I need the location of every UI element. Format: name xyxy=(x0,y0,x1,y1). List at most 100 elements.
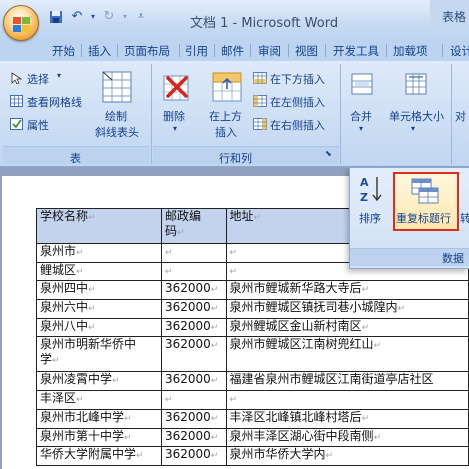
customize-qat-icon[interactable]: ⩡ xyxy=(133,9,149,25)
tab-view[interactable]: 视图 xyxy=(295,43,318,59)
cell-mark-icon: ↵ xyxy=(253,213,262,223)
select-button[interactable]: 选择 xyxy=(27,71,49,87)
insert-right-icon xyxy=(253,118,267,130)
cell-text: 泉州市鲤城新华路大寺后 xyxy=(229,281,362,296)
table-cell[interactable]: 泉州市第十中学↵ xyxy=(36,427,162,448)
insert-above-line1[interactable]: 在上方 xyxy=(209,108,242,124)
table-cell[interactable]: ↵ xyxy=(160,261,227,282)
chevron-down-icon: ▾ xyxy=(411,124,416,133)
tab-home[interactable]: 开始 xyxy=(52,43,75,59)
cell-text: 362000 xyxy=(164,318,211,333)
draw-slash-header-line2[interactable]: 斜线表头 xyxy=(95,124,139,140)
cell-mark-icon: ↵ xyxy=(361,413,370,424)
undo-icon[interactable]: ↶ xyxy=(69,9,85,25)
table-row: 泉州六中↵ 362000↵ 泉州市鲤城区镇抚司巷小城隍内↵ xyxy=(36,299,469,319)
save-icon[interactable] xyxy=(48,9,64,25)
delete-button[interactable]: 删除 xyxy=(163,108,185,124)
sort-az-icon: A Z xyxy=(360,176,382,204)
draw-table-icon xyxy=(102,71,132,103)
table-cell[interactable]: 泉州市鲤城新华路大寺后↵ xyxy=(225,280,469,301)
cell-text: 362000 xyxy=(164,372,211,387)
cell-size-button[interactable]: 单元格大小 xyxy=(389,108,444,124)
table-cell[interactable]: 362000↵ xyxy=(160,408,227,429)
table-cell[interactable]: 泉州市鲤城区镇抚司巷小城隍内↵ xyxy=(225,299,469,319)
cell-text: 鲤城区 xyxy=(40,262,77,277)
convert-to-text-partial[interactable]: 转 xyxy=(460,210,469,226)
cell-mark-icon: ↵ xyxy=(210,341,219,352)
tab-page-layout[interactable]: 页面布局 xyxy=(124,43,170,59)
cell-text: 泉州凌霄中学 xyxy=(40,372,113,387)
cell-mark-icon: ↵ xyxy=(76,266,84,277)
dropdown-icon[interactable]: ▾ xyxy=(90,9,96,25)
table-cell[interactable]: 泉州鲤城区金山新村南区↵ xyxy=(225,317,469,338)
insert-left-icon xyxy=(253,95,267,107)
table-cell[interactable]: 362000↵ xyxy=(160,336,227,373)
properties-button[interactable]: 属性 xyxy=(27,117,49,133)
tab-references[interactable]: 引用 xyxy=(185,43,208,59)
cell-mark-icon: ↵ xyxy=(88,322,96,333)
table-cell[interactable]: ↵ xyxy=(160,390,227,410)
table-cell[interactable]: 丰泽区北峰镇北峰村塔后↵ xyxy=(225,408,469,429)
sort-button[interactable]: 排序 xyxy=(359,210,381,226)
cell-text: 362000 xyxy=(164,281,211,296)
table-cell[interactable]: 泉州市北峰中学↵ xyxy=(36,408,162,429)
repeat-header-rows-button[interactable]: 重复标题行 xyxy=(396,210,451,226)
office-logo-icon xyxy=(13,17,30,32)
table-cell[interactable]: 362000↵ xyxy=(160,280,227,301)
view-gridlines-button[interactable]: 查看网格线 xyxy=(27,94,82,110)
office-button[interactable] xyxy=(3,5,39,41)
table-cell[interactable]: 泉州市鲤城区江南树兜红山↵ xyxy=(225,336,469,373)
group-label-rows-cols: 行和列 xyxy=(219,152,252,165)
tab-mailings[interactable]: 邮件 xyxy=(221,43,244,59)
header-cell[interactable]: 学校名称↵ xyxy=(36,208,162,244)
table-cell[interactable]: 泉州市明新华侨中 学↵ xyxy=(36,336,162,373)
table-cell[interactable]: 泉州八中↵ xyxy=(36,317,162,338)
table-cell[interactable]: 362000↵ xyxy=(160,317,227,338)
table-cell[interactable]: 鲤城区↵ xyxy=(36,261,162,282)
dropdown-icon[interactable]: ▾ xyxy=(122,9,128,25)
table-cell[interactable]: 泉州市华侨大学内↵ xyxy=(225,446,469,466)
insert-right-button[interactable]: 在右侧插入 xyxy=(270,117,325,133)
table-cell[interactable]: 福建省泉州市鲤城区江南街道亭店社区 xyxy=(225,371,469,392)
table-cell[interactable]: 362000↵ xyxy=(160,371,227,392)
table-cell[interactable]: 泉州六中↵ xyxy=(36,299,162,319)
insert-below-button[interactable]: 在下方插入 xyxy=(270,71,325,87)
tab-insert[interactable]: 插入 xyxy=(88,43,111,59)
table-cell[interactable]: 泉州市↵ xyxy=(36,243,162,263)
tab-add-ins[interactable]: 加载项 xyxy=(393,43,428,59)
cell-mark-icon: ↵ xyxy=(397,304,406,315)
table-tools-tab: 表格 xyxy=(430,0,469,26)
table-cell[interactable]: 362000↵ xyxy=(160,427,227,448)
table-cell[interactable]: 泉州丰泽区湖心街中段南侧↵ xyxy=(225,427,469,448)
cell-mark-icon: ↵ xyxy=(229,266,238,277)
table-cell[interactable]: ↵ xyxy=(225,390,469,410)
tab-separator xyxy=(81,44,82,57)
table-cell[interactable]: 泉州凌霄中学↵ xyxy=(36,371,162,392)
insert-above-line2[interactable]: 插入 xyxy=(215,124,237,140)
merge-button[interactable]: 合并 xyxy=(350,108,372,124)
tab-developer[interactable]: 开发工具 xyxy=(333,43,379,59)
cell-size-icon xyxy=(405,73,427,95)
table-cell[interactable]: 362000↵ xyxy=(160,446,227,466)
cell-mark-icon: ↵ xyxy=(373,341,382,352)
insert-left-button[interactable]: 在左侧插入 xyxy=(270,94,325,110)
table-row: 泉州凌霄中学↵ 362000↵ 福建省泉州市鲤城区江南街道亭店社区 xyxy=(36,371,469,392)
draw-slash-header-line1[interactable]: 绘制 xyxy=(105,108,127,124)
header-cell[interactable]: 邮政编 码↵ xyxy=(160,208,227,244)
alignment-button-partial[interactable]: 对 xyxy=(455,108,466,124)
tab-separator xyxy=(442,44,443,57)
table-cell[interactable]: 泉州四中↵ xyxy=(36,280,162,301)
tab-review[interactable]: 审阅 xyxy=(258,43,281,59)
table-cell[interactable]: 丰泽区↵ xyxy=(36,390,162,410)
table-cell[interactable]: 362000↵ xyxy=(160,299,227,319)
cell-mark-icon: ↵ xyxy=(76,248,84,258)
tab-design[interactable]: 设计 xyxy=(450,43,469,59)
group-label-data: 数据 xyxy=(442,252,464,265)
header-address: 地址 xyxy=(229,209,254,224)
dialog-launcher-icon[interactable]: ⬊ xyxy=(325,149,332,158)
table-cell[interactable]: ↵ xyxy=(160,243,227,263)
cell-text: 泉州市鲤城区江南树兜红山 xyxy=(229,337,374,352)
cell-mark-icon: ↵ xyxy=(124,432,132,443)
redo-icon[interactable]: ↻ xyxy=(101,9,117,25)
table-cell[interactable]: 华侨大学附属中学↵ xyxy=(36,446,162,466)
